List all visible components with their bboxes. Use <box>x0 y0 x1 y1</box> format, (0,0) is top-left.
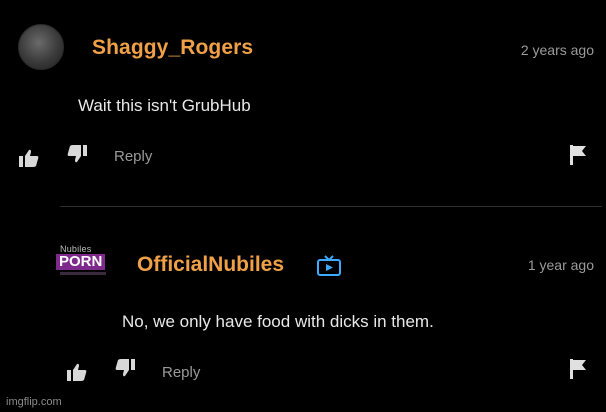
reply-button[interactable]: Reply <box>162 364 200 381</box>
reply-actions: Reply <box>0 356 606 386</box>
channel-icon <box>316 255 342 282</box>
thumbs-down-icon[interactable] <box>114 358 136 383</box>
divider <box>60 206 602 207</box>
flag-icon[interactable] <box>568 144 588 171</box>
reply-text: No, we only have food with dicks in them… <box>122 312 434 331</box>
reply-username[interactable]: OfficialNubiles <box>137 253 284 277</box>
reply-button[interactable]: Reply <box>114 148 152 165</box>
channel-logo[interactable]: Nubiles PORN <box>52 244 122 284</box>
watermark: imgflip.com <box>6 396 62 408</box>
logo-underline <box>60 272 106 275</box>
comment-username[interactable]: Shaggy_Rogers <box>92 36 253 60</box>
flag-icon[interactable] <box>568 358 588 385</box>
comment-timestamp: 2 years ago <box>520 42 594 58</box>
logo-big-text: PORN <box>56 254 106 270</box>
reply-timestamp: 1 year ago <box>527 257 594 273</box>
avatar[interactable] <box>18 24 64 70</box>
comment-actions: Reply <box>0 142 606 172</box>
comment-text: Wait this isn't GrubHub <box>78 96 251 115</box>
thumbs-up-icon[interactable] <box>66 362 88 387</box>
thumbs-up-icon[interactable] <box>18 148 40 173</box>
thumbs-down-icon[interactable] <box>66 144 88 169</box>
